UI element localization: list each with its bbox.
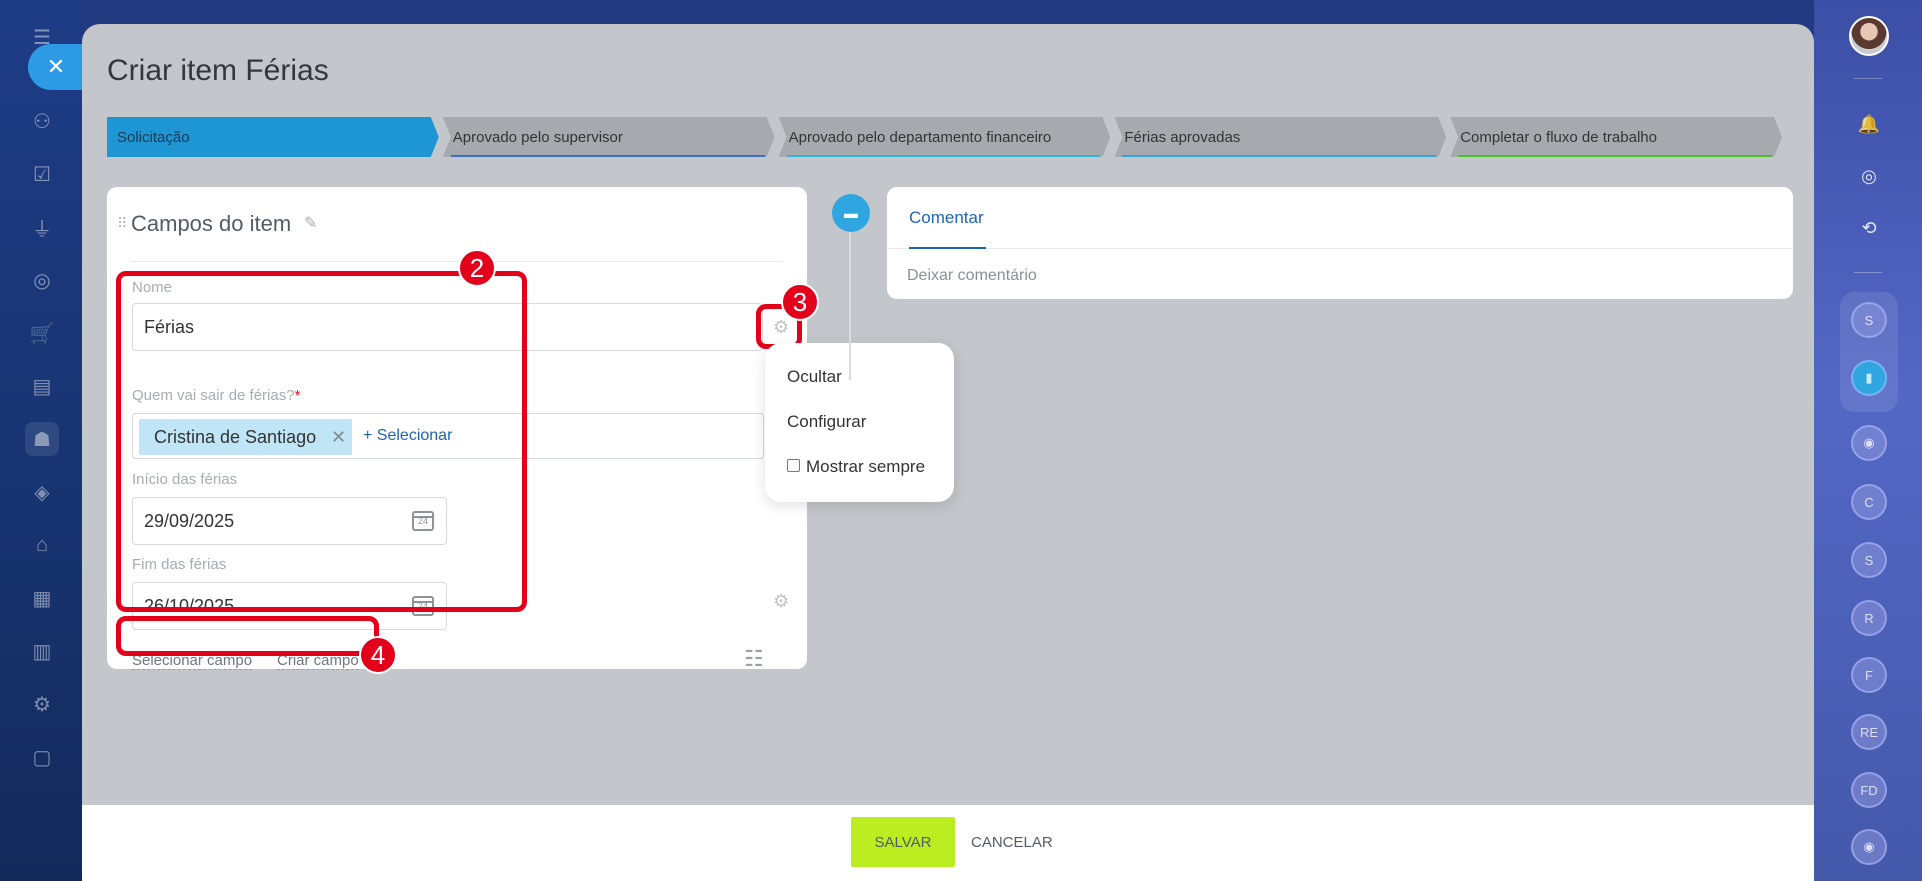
tasks-icon[interactable]: ☑ [25, 157, 59, 191]
calendar-icon[interactable]: ▦ [25, 581, 59, 615]
annotation-number-2: 2 [458, 249, 496, 287]
stage-label: Solicitação [117, 128, 190, 146]
bookmark-icon[interactable]: ▮ [1851, 360, 1887, 396]
stage-aprovado-supervisor[interactable]: Aprovado pelo supervisor [443, 117, 775, 157]
stage-color-bar [787, 155, 1101, 157]
stage-completar-fluxo[interactable]: Completar o fluxo de trabalho [1450, 117, 1782, 157]
tab-comment[interactable]: Comentar [909, 208, 984, 228]
right-bar-divider-2 [1854, 272, 1882, 273]
copilot-icon-2[interactable]: ◉ [1851, 829, 1887, 865]
stage-label: Aprovado pelo departamento financeiro [788, 128, 1052, 146]
stage-aprovado-financeiro[interactable]: Aprovado pelo departamento financeiro [779, 117, 1111, 157]
annotation-number-3: 3 [781, 283, 819, 321]
warehouse-icon[interactable]: ⌂ [25, 528, 59, 562]
stage-label: Férias aprovadas [1124, 128, 1241, 146]
close-slider-button[interactable]: ✕ [28, 44, 84, 90]
timeline-line [849, 230, 851, 380]
chat-circle-fd[interactable]: FD [1851, 772, 1887, 808]
save-button[interactable]: SALVAR [851, 817, 955, 867]
pencil-icon[interactable]: ✎ [304, 213, 317, 233]
target-circle-icon[interactable]: ◎ [1851, 158, 1887, 194]
card-divider [131, 261, 782, 262]
chat-circle-r[interactable]: R [1851, 600, 1887, 636]
box-icon[interactable]: ◈ [25, 475, 59, 509]
stage-color-bar [451, 155, 765, 157]
stage-color-bar [1122, 155, 1436, 157]
settings-icon[interactable]: ⚙ [25, 687, 59, 721]
field-settings-popup: Ocultar Configurar Mostrar sempre [765, 343, 954, 502]
popup-configure[interactable]: Configurar [787, 412, 866, 432]
always-show-label: Mostrar sempre [806, 457, 926, 476]
comment-bubble-icon: ▬ [832, 194, 870, 232]
cart-icon[interactable]: 🛒 [25, 316, 59, 350]
stage-color-bar [1458, 155, 1772, 157]
chat-circle-s1[interactable]: S [1851, 302, 1887, 338]
cancel-button[interactable]: CANCELAR [971, 817, 1053, 867]
funnel-icon[interactable]: ⏚ [25, 210, 59, 244]
chart-icon[interactable]: ▥ [25, 634, 59, 668]
user-avatar[interactable] [1849, 16, 1889, 56]
footer-bar: SALVAR CANCELAR [82, 805, 1814, 881]
stage-label: Completar o fluxo de trabalho [1460, 128, 1657, 146]
chat-circle-s2[interactable]: S [1851, 542, 1887, 578]
sync-icon[interactable]: ⟲ [1851, 210, 1887, 246]
popup-hide[interactable]: Ocultar [787, 367, 842, 387]
annotation-box-4 [116, 616, 379, 656]
always-show-checkbox[interactable] [787, 459, 800, 473]
bell-icon[interactable]: 🔔 [1851, 106, 1887, 142]
item-create-slider: Criar item Férias Solicitação Aprovado p… [82, 24, 1814, 881]
comment-input[interactable]: Deixar comentário [907, 267, 1037, 285]
chat-circle-c[interactable]: C [1851, 484, 1887, 520]
robot-icon[interactable]: ☗ [25, 422, 59, 456]
chat-circle-re[interactable]: RE [1851, 714, 1887, 750]
annotation-number-4: 4 [359, 636, 397, 674]
close-icon: ✕ [46, 54, 66, 79]
tab-comment-underline [909, 247, 986, 249]
card-icon[interactable]: ▤ [25, 369, 59, 403]
stage-solicitacao[interactable]: Solicitação [107, 117, 439, 157]
popup-always-show[interactable]: Mostrar sempre [787, 457, 925, 477]
left-sidebar: ☰ ⚇ ☑ ⏚ ◎ 🛒 ▤ ☗ ◈ ⌂ ▦ ▥ ⚙ ▢ [0, 0, 82, 881]
document-icon[interactable]: ▢ [25, 740, 59, 774]
gear-icon-end[interactable]: ⚙ [773, 591, 789, 612]
right-sidebar: 🔔 ◎ ⟲ S ▮ ◉ C S R F RE FD ◉ [1814, 0, 1922, 881]
comment-divider [887, 248, 1793, 249]
copilot-icon[interactable]: ◉ [1851, 425, 1887, 461]
comment-card: Comentar Deixar comentário [887, 187, 1793, 299]
annotation-box-2 [116, 271, 527, 612]
chat-circle-f[interactable]: F [1851, 657, 1887, 693]
card-title: Campos do item [131, 211, 292, 236]
drag-handle-icon[interactable]: ⠿ [117, 215, 127, 232]
right-bar-divider [1854, 78, 1882, 79]
target-icon[interactable]: ◎ [25, 263, 59, 297]
stage-ferias-aprovadas[interactable]: Férias aprovadas [1114, 117, 1446, 157]
network-icon[interactable]: ⚇ [25, 104, 59, 138]
page-title: Criar item Férias [107, 54, 329, 87]
stage-bar: Solicitação Aprovado pelo supervisor Apr… [107, 117, 1782, 157]
user-settings-icon[interactable]: ☷ [744, 646, 764, 672]
stage-label: Aprovado pelo supervisor [452, 128, 623, 146]
